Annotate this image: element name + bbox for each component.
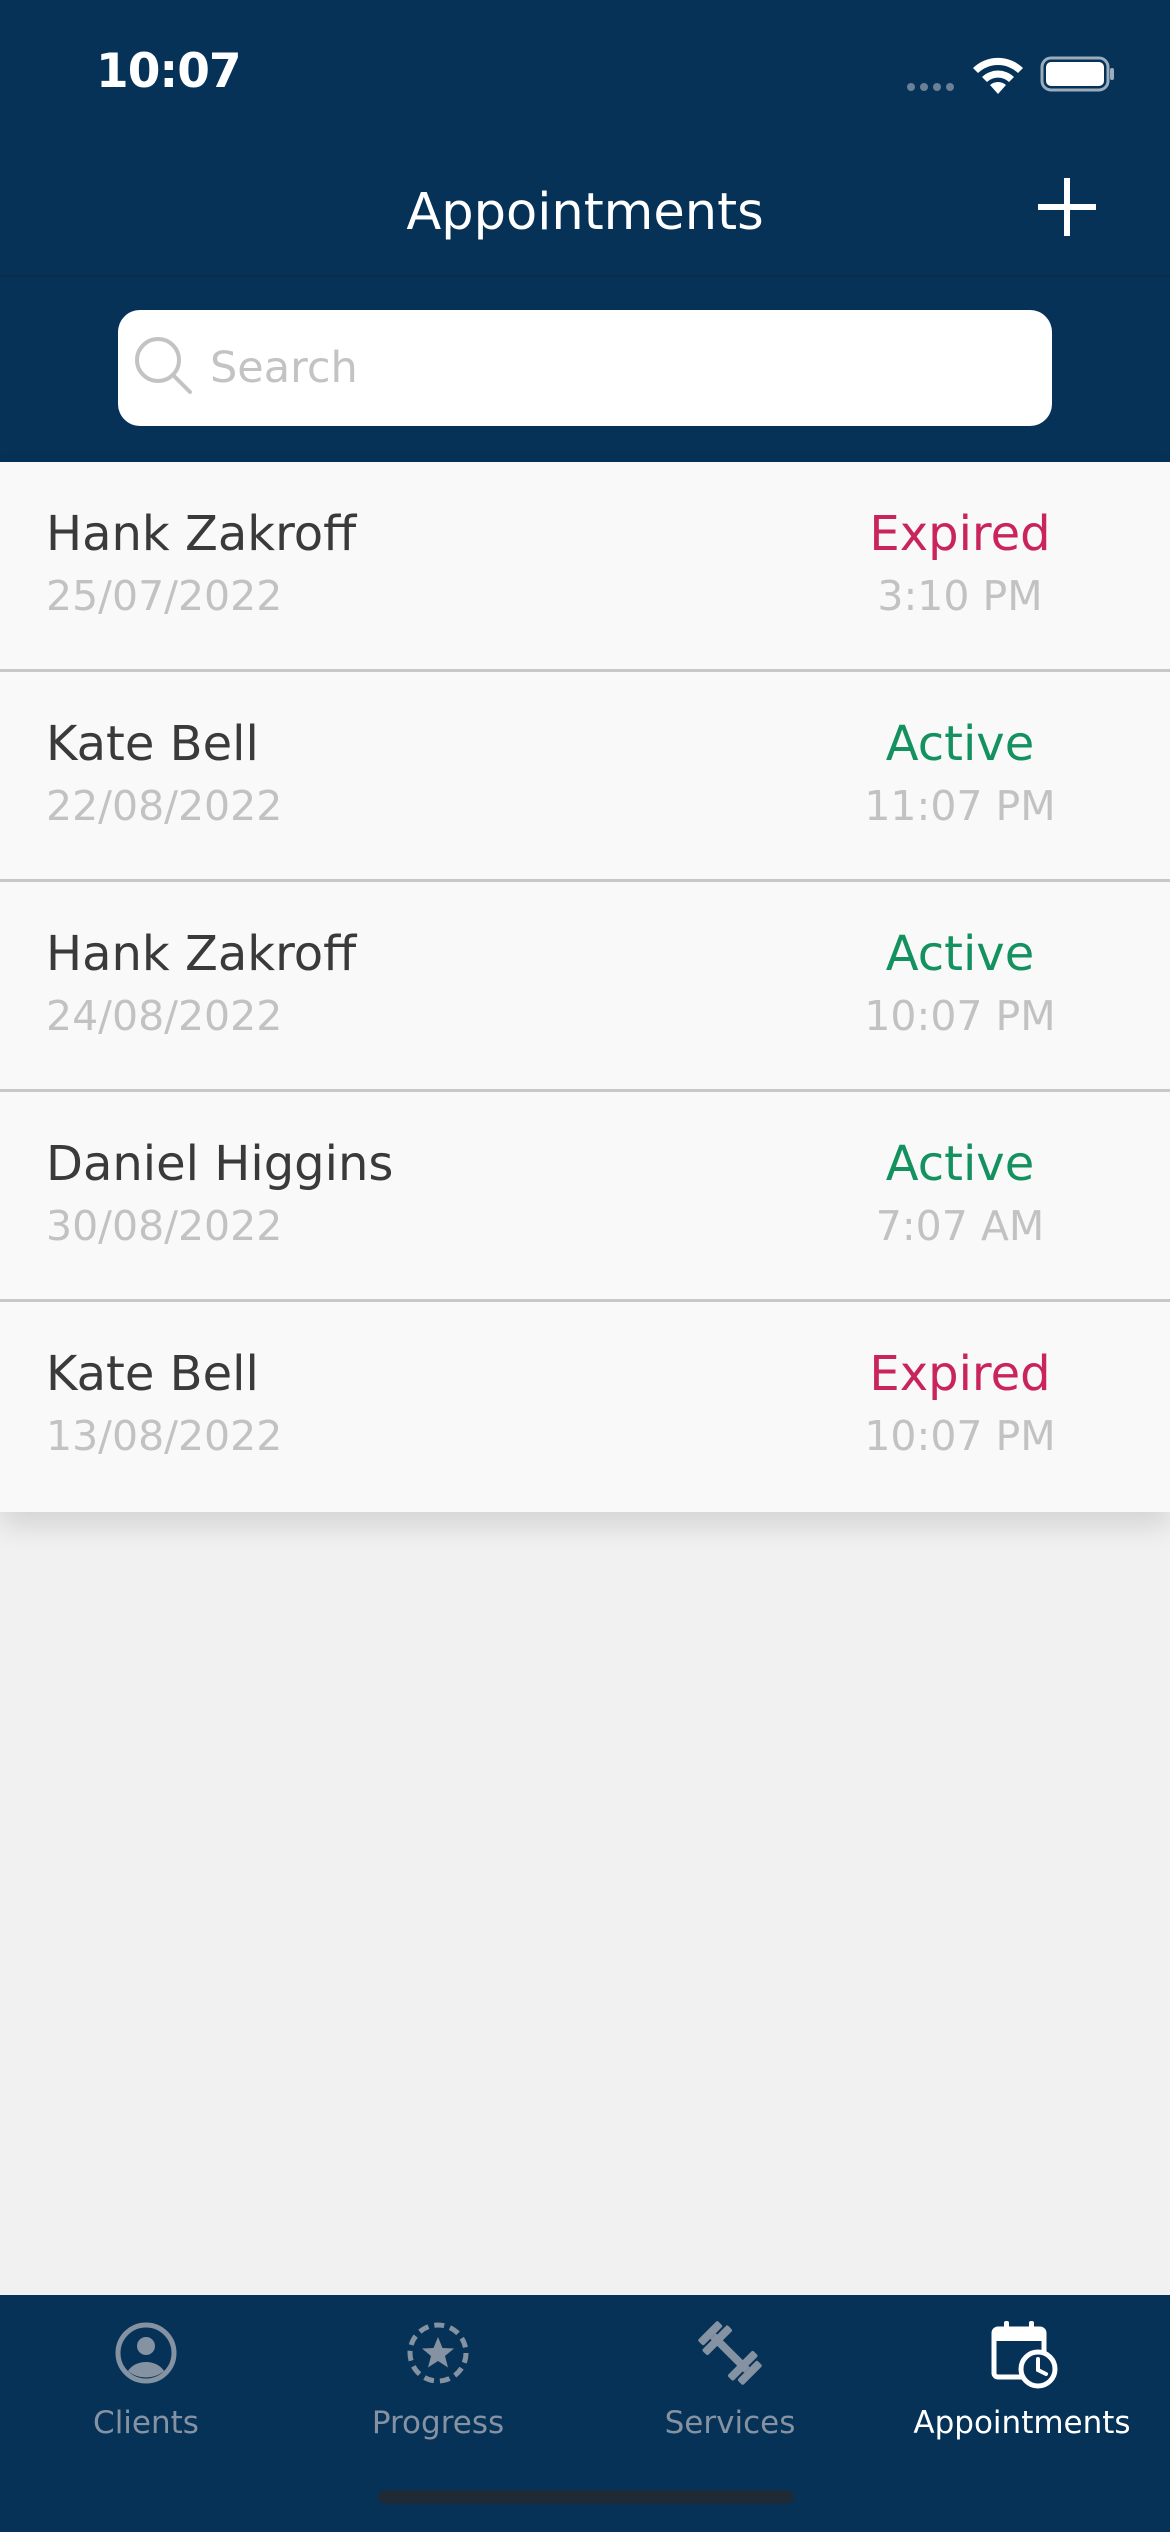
appointment-date: 22/08/2022 <box>46 782 283 830</box>
plus-icon[interactable] <box>1030 170 1104 244</box>
star-badge-icon <box>407 2322 469 2384</box>
dumbbell-icon <box>698 2321 762 2385</box>
tab-services[interactable]: Services <box>584 2295 876 2455</box>
tab-label: Services <box>664 2405 796 2441</box>
tab-progress[interactable]: Progress <box>292 2295 584 2455</box>
tab-appointments[interactable]: Appointments <box>876 2295 1168 2455</box>
status-label: Expired <box>869 1346 1051 1402</box>
appointment-time: 11:07 PM <box>864 782 1056 830</box>
wifi-icon <box>973 57 1023 94</box>
client-name: Kate Bell <box>46 1346 259 1402</box>
appointment-row[interactable]: Kate Bell 13/08/2022 Expired 10:07 PM <box>0 1302 1170 1512</box>
nav-divider <box>0 275 1170 277</box>
user-circle-icon <box>115 2322 177 2384</box>
home-indicator-bar <box>378 2490 794 2504</box>
appointment-time: 7:07 AM <box>875 1202 1045 1250</box>
status-bar: 10:07 <box>0 0 1170 150</box>
calendar-clock-icon <box>991 2321 1058 2389</box>
client-name: Hank Zakroff <box>46 506 357 562</box>
appointment-time: 10:07 PM <box>864 992 1056 1040</box>
appointment-date: 13/08/2022 <box>46 1412 283 1460</box>
search-icon <box>135 337 192 394</box>
tab-label: Clients <box>93 2405 199 2441</box>
appointment-date: 24/08/2022 <box>46 992 283 1040</box>
appointment-time: 3:10 PM <box>877 572 1043 620</box>
battery-icon <box>1040 56 1114 92</box>
navigation-bar: Appointments <box>0 150 1170 276</box>
search-input[interactable] <box>210 324 1030 412</box>
appointment-date: 30/08/2022 <box>46 1202 283 1250</box>
appointment-row[interactable]: Kate Bell 22/08/2022 Active 11:07 PM <box>0 672 1170 882</box>
status-label: Active <box>885 926 1035 982</box>
client-name: Daniel Higgins <box>46 1136 394 1192</box>
search-bar[interactable] <box>118 310 1052 426</box>
client-name: Kate Bell <box>46 716 259 772</box>
status-label: Expired <box>869 506 1051 562</box>
tab-label: Appointments <box>913 2405 1131 2441</box>
appointment-row[interactable]: Daniel Higgins 30/08/2022 Active 7:07 AM <box>0 1092 1170 1302</box>
appointment-time: 10:07 PM <box>864 1412 1056 1460</box>
appointment-date: 25/07/2022 <box>46 572 283 620</box>
client-name: Hank Zakroff <box>46 926 357 982</box>
appointment-row[interactable]: Hank Zakroff 25/07/2022 Expired 3:10 PM <box>0 462 1170 672</box>
status-label: Active <box>885 716 1035 772</box>
tab-label: Progress <box>371 2405 505 2441</box>
appointments-list: Hank Zakroff 25/07/2022 Expired 3:10 PM … <box>0 462 1170 1512</box>
page-title: Appointments <box>406 183 764 242</box>
appointment-row[interactable]: Hank Zakroff 24/08/2022 Active 10:07 PM <box>0 882 1170 1092</box>
tab-clients[interactable]: Clients <box>0 2295 292 2455</box>
cellular-signal-icon <box>907 83 954 91</box>
status-label: Active <box>885 1136 1035 1192</box>
status-time: 10:07 <box>96 44 242 99</box>
